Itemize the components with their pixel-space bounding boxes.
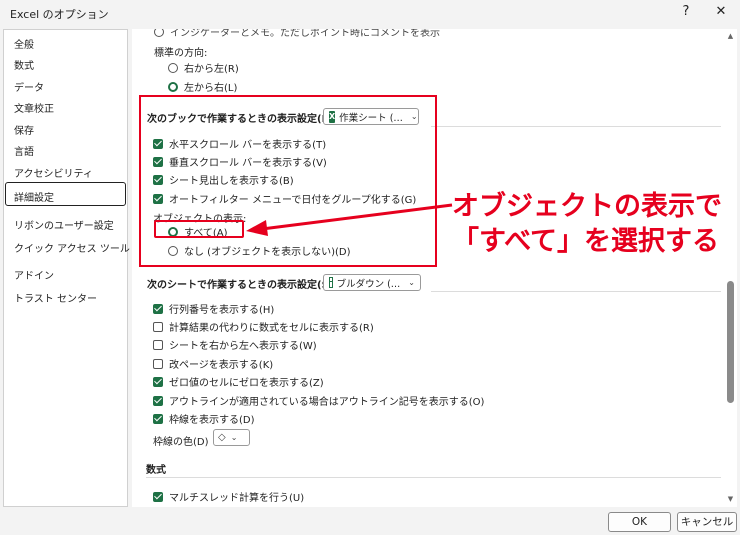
annotation-line-2: 「すべて」を選択する: [452, 226, 720, 257]
annotation-arrow: [246, 203, 453, 236]
cancel-button[interactable]: キャンセル: [677, 512, 737, 532]
annotation-line-1: オブジェクトの表示で: [452, 191, 722, 222]
ok-button[interactable]: OK: [608, 512, 671, 532]
